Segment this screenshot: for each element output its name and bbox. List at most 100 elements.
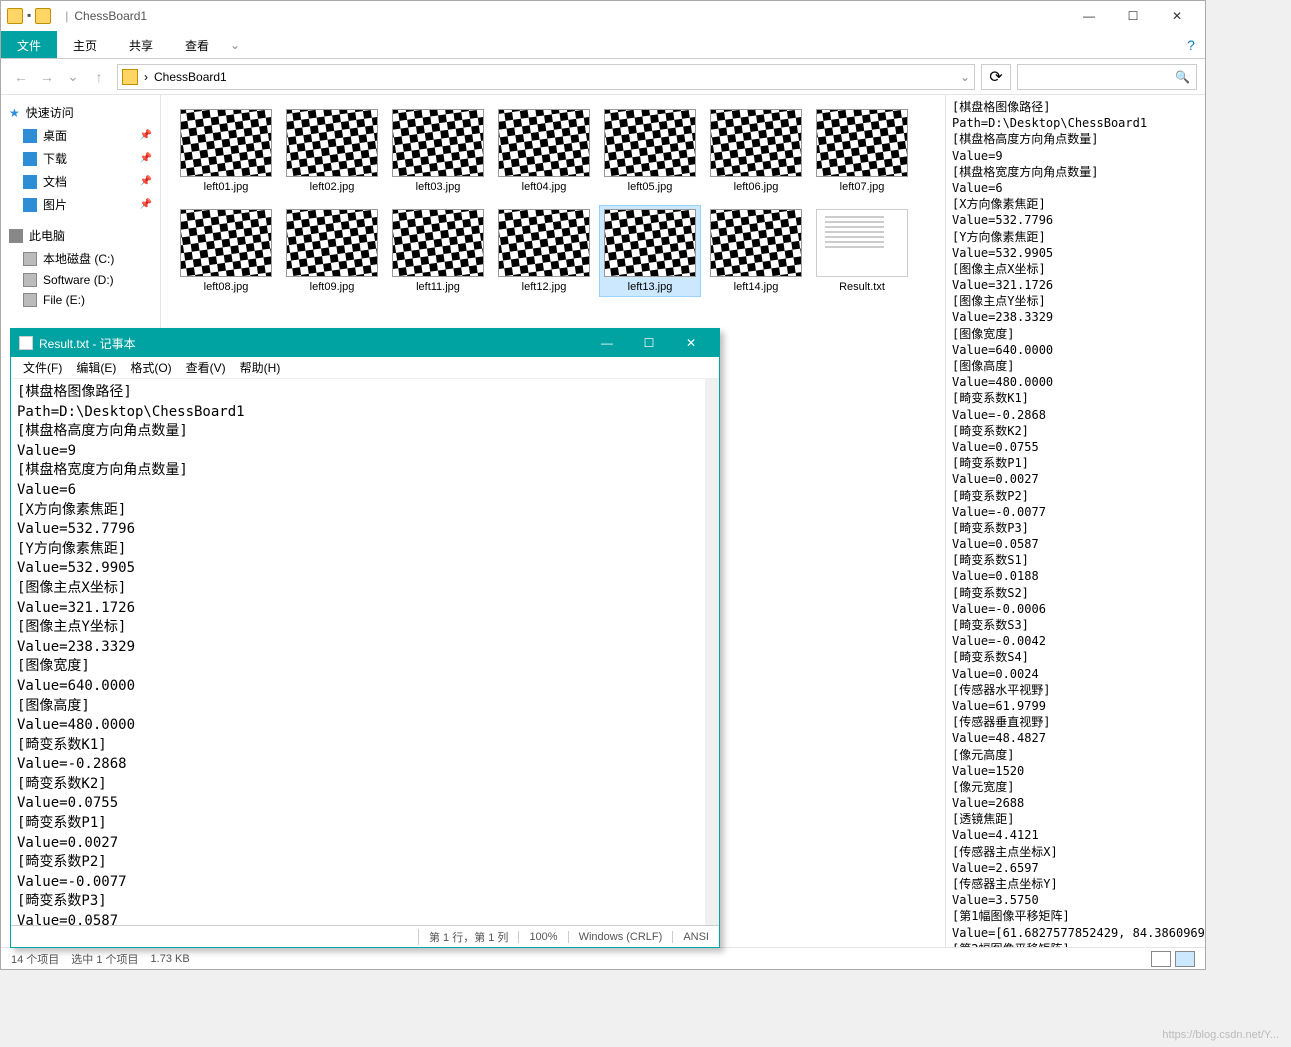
back-button[interactable]: ← [9,65,33,89]
close-button[interactable]: ✕ [1155,2,1199,30]
refresh-button[interactable]: ⟳ [981,64,1011,90]
file-item[interactable]: left05.jpg [599,105,701,197]
file-label: left08.jpg [204,281,249,293]
path-input[interactable]: › ChessBoard1 ⌄ [117,64,975,90]
help-icon[interactable]: ? [1177,31,1205,58]
tab-file[interactable]: 文件 [1,31,57,58]
file-item[interactable]: left11.jpg [387,205,489,297]
sidebar-item-drive-d[interactable]: Software (D:) [1,270,160,290]
file-item[interactable]: left01.jpg [175,105,277,197]
view-thumbnails-button[interactable] [1175,951,1195,967]
tab-view[interactable]: 查看 [169,31,225,58]
sidebar-item-drive-e[interactable]: File (E:) [1,290,160,310]
file-item[interactable]: left03.jpg [387,105,489,197]
file-item[interactable]: left07.jpg [811,105,913,197]
close-button[interactable]: ✕ [671,331,711,355]
file-label: left01.jpg [204,181,249,193]
file-label: left03.jpg [416,181,461,193]
tab-home[interactable]: 主页 [57,31,113,58]
image-thumbnail [710,209,802,277]
file-item[interactable]: left04.jpg [493,105,595,197]
image-thumbnail [180,109,272,177]
folder-icon [122,69,138,85]
file-item[interactable]: left13.jpg [599,205,701,297]
image-thumbnail [498,209,590,277]
chevron-down-icon[interactable]: ⌄ [960,70,970,84]
explorer-titlebar[interactable]: ▪ | ChessBoard1 — ☐ ✕ [1,1,1205,31]
notepad-title: Result.txt - 记事本 [39,335,136,352]
menu-edit[interactable]: 编辑(E) [70,357,122,378]
file-item[interactable]: Result.txt [811,205,913,297]
chevron-right-icon: › [144,70,148,84]
breadcrumb-segment[interactable]: ChessBoard1 [154,70,227,84]
file-item[interactable]: left06.jpg [705,105,807,197]
file-item[interactable]: left02.jpg [281,105,383,197]
image-thumbnail [604,109,696,177]
status-encoding: ANSI [672,931,719,943]
star-icon: ★ [9,106,20,120]
menu-file[interactable]: 文件(F) [17,357,68,378]
sidebar-this-pc[interactable]: 此电脑 [1,224,160,247]
sidebar-item-documents[interactable]: 文档📌 [1,170,160,193]
file-label: left02.jpg [310,181,355,193]
menu-help[interactable]: 帮助(H) [234,357,287,378]
file-item[interactable]: left08.jpg [175,205,277,297]
minimize-button[interactable]: — [1067,2,1111,30]
image-thumbnail [816,109,908,177]
window-title: ChessBoard1 [74,9,147,23]
drive-icon [23,293,37,307]
image-thumbnail [286,109,378,177]
sidebar-item-pictures[interactable]: 图片📌 [1,193,160,216]
minimize-button[interactable]: — [587,331,627,355]
file-label: left13.jpg [628,281,673,293]
search-input[interactable]: 🔍 [1017,64,1197,90]
file-label: left06.jpg [734,181,779,193]
image-thumbnail [392,109,484,177]
view-details-button[interactable] [1151,951,1171,967]
notepad-menu: 文件(F) 编辑(E) 格式(O) 查看(V) 帮助(H) [11,357,719,379]
file-label: left09.jpg [310,281,355,293]
desktop-icon [23,129,37,143]
pin-icon: 📌 [140,130,152,141]
file-item[interactable]: left14.jpg [705,205,807,297]
sidebar-item-desktop[interactable]: 桌面📌 [1,124,160,147]
image-thumbnail [180,209,272,277]
image-thumbnail [392,209,484,277]
maximize-button[interactable]: ☐ [1111,2,1155,30]
sidebar-item-downloads[interactable]: 下载📌 [1,147,160,170]
file-label: left04.jpg [522,181,567,193]
image-thumbnail [498,109,590,177]
status-size: 1.73 KB [151,953,190,965]
notepad-window: Result.txt - 记事本 — ☐ ✕ 文件(F) 编辑(E) 格式(O)… [10,328,720,948]
file-label: left05.jpg [628,181,673,193]
sidebar-item-drive-c[interactable]: 本地磁盘 (C:) [1,247,160,270]
sidebar-quick-access[interactable]: ★ 快速访问 [1,101,160,124]
search-icon: 🔍 [1175,70,1190,84]
status-count: 14 个项目 [11,951,59,967]
image-thumbnail [604,209,696,277]
notepad-titlebar[interactable]: Result.txt - 记事本 — ☐ ✕ [11,329,719,357]
file-label: left11.jpg [416,281,460,293]
download-icon [23,152,37,166]
status-zoom: 100% [518,931,567,943]
menu-format[interactable]: 格式(O) [124,357,177,378]
image-thumbnail [710,109,802,177]
status-selected: 选中 1 个项目 [71,951,138,967]
up-button[interactable]: ↑ [87,65,111,89]
menu-view[interactable]: 查看(V) [180,357,232,378]
pin-icon: 📌 [140,153,152,164]
qa-icon: ▪ [27,8,31,24]
forward-button[interactable]: → [35,65,59,89]
maximize-button[interactable]: ☐ [629,331,669,355]
recent-dropdown[interactable]: ⌄ [61,65,85,89]
image-thumbnail [286,209,378,277]
notepad-text-area[interactable]: [棋盘格图像路径] Path=D:\Desktop\ChessBoard1 [棋… [11,379,719,925]
expand-ribbon-icon[interactable]: ⌄ [225,31,245,58]
tab-share[interactable]: 共享 [113,31,169,58]
file-item[interactable]: left09.jpg [281,205,383,297]
file-label: left14.jpg [734,281,779,293]
status-position: 第 1 行，第 1 列 [418,929,518,945]
drive-icon [23,252,37,266]
file-item[interactable]: left12.jpg [493,205,595,297]
ribbon-tabs: 文件 主页 共享 查看 ⌄ ? [1,31,1205,59]
